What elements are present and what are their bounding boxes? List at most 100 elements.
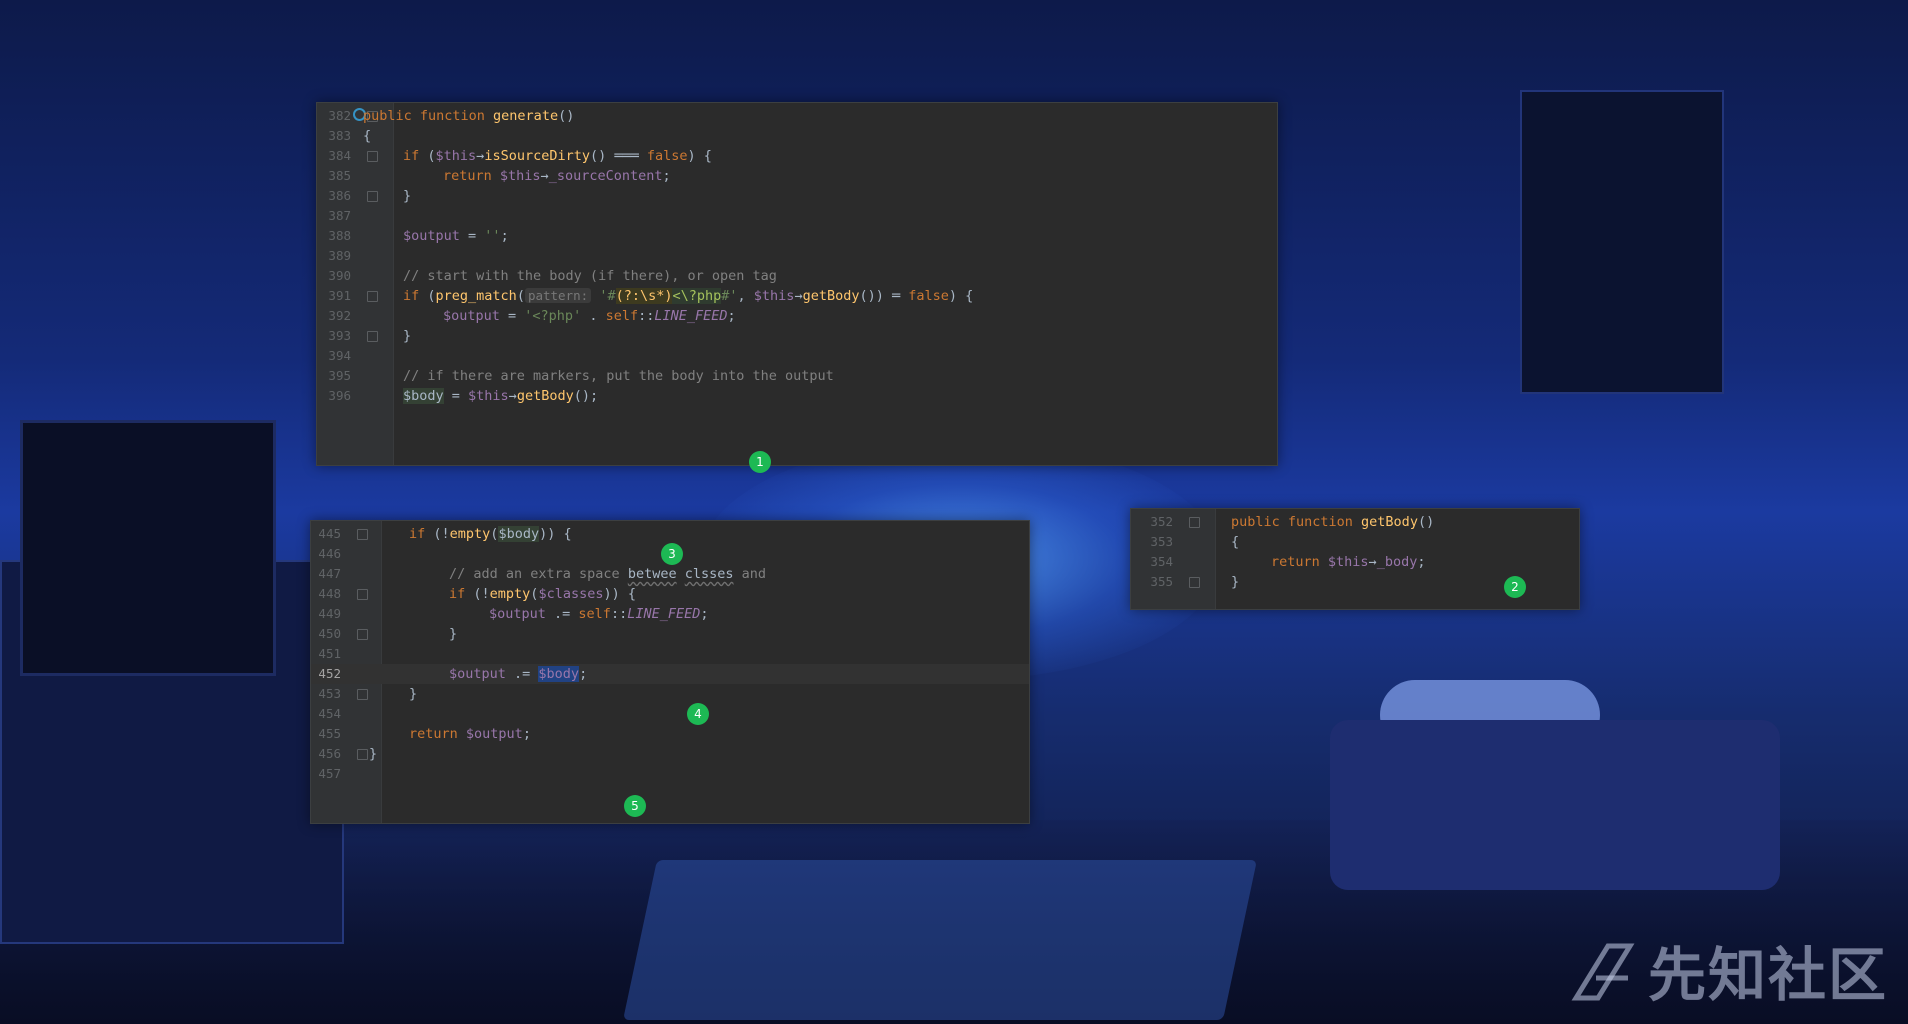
- token: $this: [1327, 554, 1369, 570]
- code-line[interactable]: 453}: [311, 684, 1029, 704]
- line-number: 392: [328, 308, 351, 323]
- code-panel-body-output[interactable]: 445 if (!empty($body)) {446 447 // add an e…: [310, 520, 1030, 824]
- code-line[interactable]: 454: [311, 704, 1029, 724]
- code-line[interactable]: 391 if (preg_match(pattern: '#(?:\s*)<\?p…: [317, 286, 1277, 306]
- token: empty: [489, 586, 531, 602]
- code-text[interactable]: }: [369, 744, 377, 764]
- code-line[interactable]: 384 if ($this→isSourceDirty() ═══ false) …: [317, 146, 1277, 166]
- fold-toggle-icon[interactable]: [1189, 577, 1200, 588]
- token: =: [499, 308, 525, 324]
- wall-shelf: [1520, 90, 1724, 394]
- token: }: [409, 686, 418, 702]
- token: ;: [1417, 554, 1426, 570]
- token: ::: [610, 606, 628, 622]
- token: ) {: [687, 148, 712, 164]
- token: if: [449, 586, 474, 602]
- line-number: 448: [318, 586, 341, 601]
- fold-toggle-icon[interactable]: [357, 529, 368, 540]
- code-line[interactable]: 447 // add an extra space betwee clsses a…: [311, 564, 1029, 584]
- code-text[interactable]: {: [363, 126, 371, 146]
- fold-toggle-icon[interactable]: [367, 291, 378, 302]
- token: }: [369, 746, 378, 762]
- line-number: 394: [328, 348, 351, 363]
- code-line[interactable]: 352 public function getBody(): [1131, 512, 1579, 532]
- token: }: [449, 626, 458, 642]
- code-line[interactable]: 383 {: [317, 126, 1277, 146]
- fold-toggle-icon[interactable]: [367, 151, 378, 162]
- code-text[interactable]: return $this→_body;: [1271, 552, 1425, 572]
- code-line[interactable]: 395 // if there are markers, put the body…: [317, 366, 1277, 386]
- code-text[interactable]: // add an extra space betwee clsses and: [449, 564, 766, 584]
- code-line[interactable]: 445 if (!empty($body)) {: [311, 524, 1029, 544]
- code-text[interactable]: $output .= self::LINE_FEED;: [489, 604, 709, 624]
- code-text[interactable]: }: [449, 624, 457, 644]
- fold-toggle-icon[interactable]: [357, 689, 368, 700]
- code-line[interactable]: 448 if (!empty($classes)) {: [311, 584, 1029, 604]
- line-number: 451: [318, 646, 341, 661]
- code-line[interactable]: 455 return $output;: [311, 724, 1029, 744]
- code-text[interactable]: public function generate(): [363, 106, 574, 126]
- line-number: 355: [1150, 574, 1173, 589]
- token: (!: [433, 526, 450, 542]
- token: (: [427, 148, 436, 164]
- code-text[interactable]: // if there are markers, put the body in…: [403, 366, 834, 386]
- line-number: 455: [318, 726, 341, 741]
- code-text[interactable]: $body = $this→getBody();: [403, 386, 598, 406]
- fold-toggle-icon[interactable]: [357, 749, 368, 760]
- code-text[interactable]: if (preg_match(pattern: '#(?:\s*)<\?php#…: [403, 286, 973, 306]
- token: (!: [473, 586, 490, 602]
- code-line[interactable]: 393}: [317, 326, 1277, 346]
- code-line[interactable]: 385 return $this→_sourceContent;: [317, 166, 1277, 186]
- code-text[interactable]: // start with the body (if there), or op…: [403, 266, 777, 286]
- fold-toggle-icon[interactable]: [1189, 517, 1200, 528]
- step-badge-4: 4: [687, 703, 709, 725]
- code-line[interactable]: 451: [311, 644, 1029, 664]
- code-line[interactable]: 388 $output = '';: [317, 226, 1277, 246]
- code-line[interactable]: 387: [317, 206, 1277, 226]
- code-line[interactable]: 390 // start with the body (if there), or…: [317, 266, 1277, 286]
- code-line[interactable]: 354 return $this→_body;: [1131, 552, 1579, 572]
- fold-toggle-icon[interactable]: [357, 629, 368, 640]
- token: →: [508, 388, 517, 404]
- code-text[interactable]: if (!empty($classes)) {: [449, 584, 636, 604]
- code-line[interactable]: 456}: [311, 744, 1029, 764]
- token: .: [581, 308, 606, 324]
- line-number: 449: [318, 606, 341, 621]
- code-line[interactable]: 396 $body = $this→getBody();: [317, 386, 1277, 406]
- token: LINE_FEED: [627, 606, 701, 622]
- code-line[interactable]: 457: [311, 764, 1029, 784]
- line-number: 387: [328, 208, 351, 223]
- code-line[interactable]: 353 {: [1131, 532, 1579, 552]
- token: return: [1271, 554, 1328, 570]
- code-text[interactable]: $output .= $body;: [449, 664, 587, 684]
- code-line[interactable]: 452 $output .= $body;: [311, 664, 1029, 684]
- code-text[interactable]: if (!empty($body)) {: [409, 524, 572, 544]
- token: isSourceDirty: [484, 148, 590, 164]
- code-text[interactable]: }: [409, 684, 417, 704]
- code-line[interactable]: 450}: [311, 624, 1029, 644]
- code-panel-generate[interactable]: 382 public function generate() 383 {384 if (…: [316, 102, 1278, 466]
- code-text[interactable]: {: [1231, 532, 1239, 552]
- code-line[interactable]: 394: [317, 346, 1277, 366]
- token: }: [403, 328, 412, 344]
- code-text[interactable]: return $output;: [409, 724, 531, 744]
- code-text[interactable]: }: [403, 186, 411, 206]
- code-line[interactable]: 392 $output = '<?php' . self::LINE_FEED;: [317, 306, 1277, 326]
- code-text[interactable]: $output = '<?php' . self::LINE_FEED;: [443, 306, 736, 326]
- code-text[interactable]: public function getBody(): [1231, 512, 1434, 532]
- code-text[interactable]: $output = '';: [403, 226, 509, 246]
- code-text[interactable]: if ($this→isSourceDirty() ═══ false) {: [403, 146, 712, 166]
- code-text[interactable]: }: [403, 326, 411, 346]
- token: (?:\s*): [615, 288, 673, 304]
- code-text[interactable]: return $this→_sourceContent;: [443, 166, 671, 186]
- fold-toggle-icon[interactable]: [367, 331, 378, 342]
- code-line[interactable]: 389: [317, 246, 1277, 266]
- code-line[interactable]: 382 public function generate(): [317, 106, 1277, 126]
- fold-toggle-icon[interactable]: [367, 191, 378, 202]
- fold-toggle-icon[interactable]: [357, 589, 368, 600]
- token: ) {: [948, 288, 974, 304]
- line-number: 395: [328, 368, 351, 383]
- code-line[interactable]: 386}: [317, 186, 1277, 206]
- code-text[interactable]: }: [1231, 572, 1239, 592]
- code-line[interactable]: 449 $output .= self::LINE_FEED;: [311, 604, 1029, 624]
